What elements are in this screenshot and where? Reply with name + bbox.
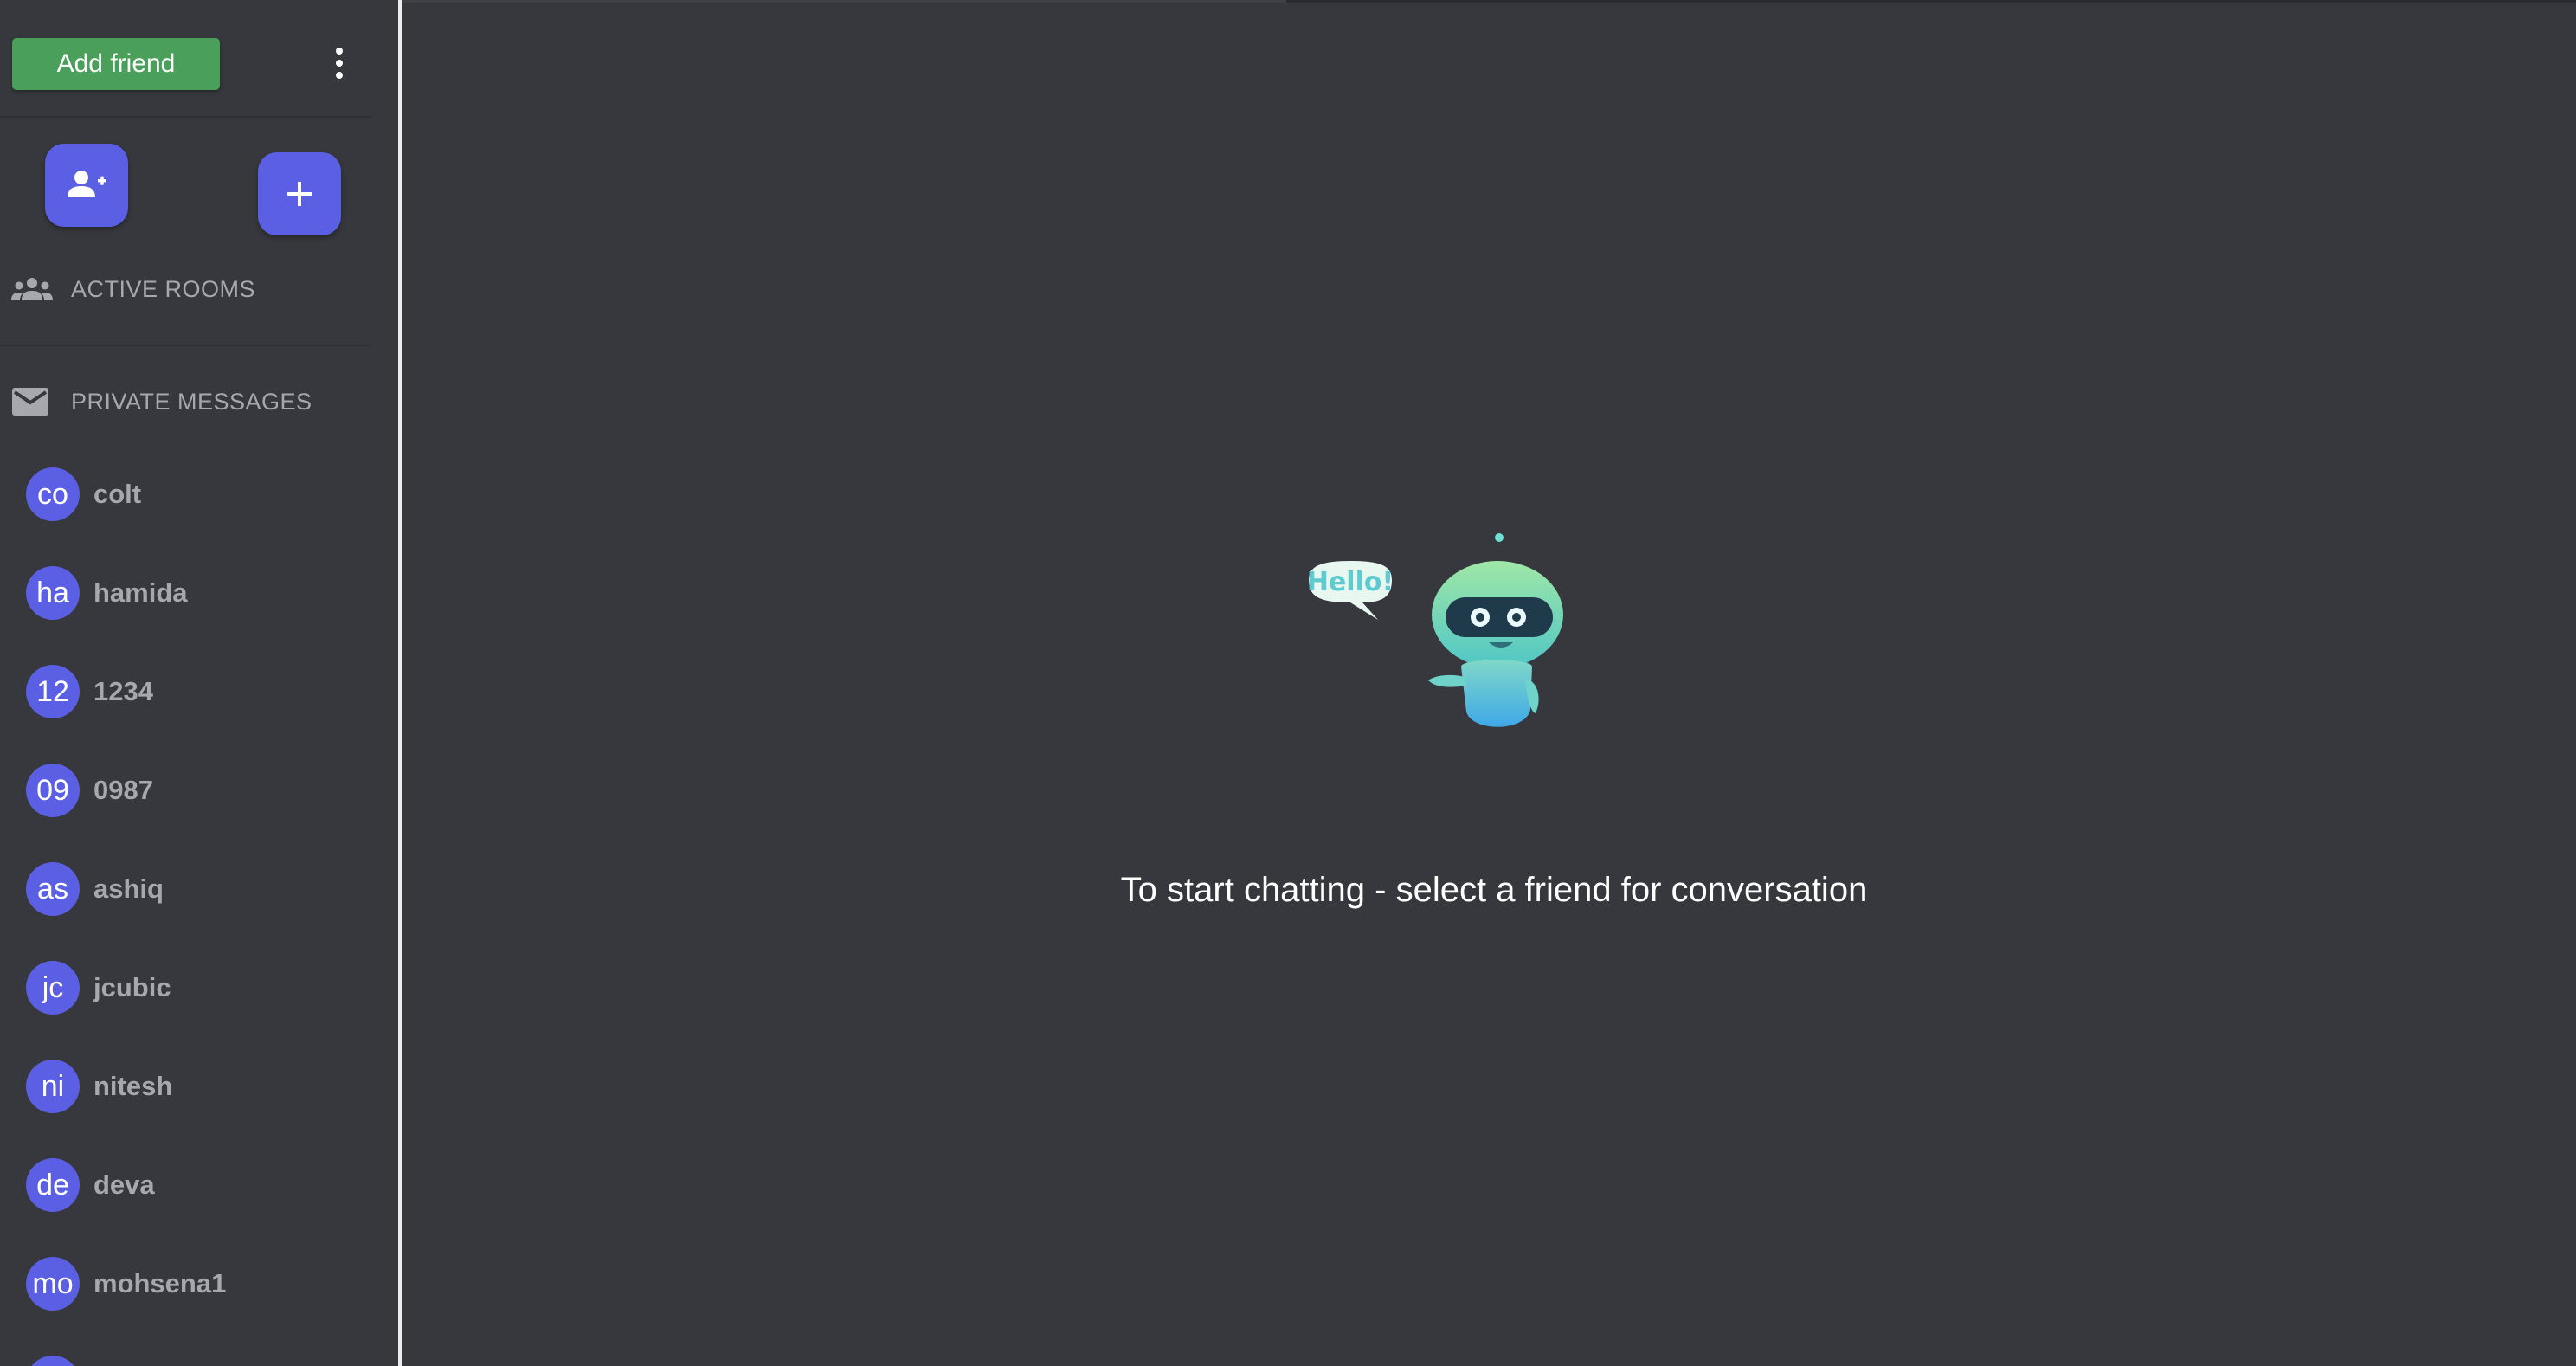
friend-item[interactable]: 12 1234 [26, 664, 153, 719]
empty-state-message: To start chatting - select a friend for … [1120, 871, 1868, 909]
friend-item[interactable]: de deva [26, 1157, 155, 1213]
friend-name: hamida [93, 577, 188, 608]
new-room-button[interactable] [258, 152, 341, 235]
friend-name: ashiq [93, 873, 164, 904]
add-friend-button[interactable]: Add friend [12, 38, 220, 90]
friend-item[interactable]: mo mohsena1 [26, 1256, 226, 1311]
avatar: 09 [26, 764, 80, 817]
add-user-button[interactable] [45, 144, 128, 227]
avatar: de [26, 1158, 80, 1212]
person-add-icon [68, 171, 106, 197]
active-rooms-header[interactable]: ACTIVE ROOMS [10, 270, 255, 308]
plus-icon [287, 182, 312, 206]
private-messages-header[interactable]: PRIVATE MESSAGES [10, 383, 312, 421]
friend-name: deva [93, 1169, 155, 1200]
friend-item[interactable]: ha hamida [26, 565, 188, 621]
avatar: as [26, 862, 80, 916]
friend-item[interactable]: as ashiq [26, 861, 164, 917]
friend-item[interactable]: co colt [26, 467, 141, 522]
sidebar-divider [0, 345, 370, 346]
more-vert-icon[interactable] [320, 42, 358, 85]
friend-name: nitesh [93, 1071, 173, 1101]
top-progress-line [403, 0, 1286, 3]
avatar: ni [26, 1060, 80, 1113]
group-icon [10, 270, 54, 308]
avatar [26, 1356, 80, 1366]
top-border [1286, 0, 2576, 3]
avatar: 12 [26, 665, 80, 718]
friend-item[interactable]: 09 0987 [26, 763, 153, 818]
avatar: co [26, 467, 80, 521]
sidebar-divider [0, 116, 370, 118]
friend-item[interactable]: jc jcubic [26, 960, 171, 1015]
sidebar: Add friend ACTIVE ROOMS PRIVATE MESSAGES… [0, 0, 398, 1366]
mail-icon [10, 383, 54, 421]
avatar: jc [26, 961, 80, 1015]
friend-item[interactable]: ni nitesh [26, 1059, 172, 1114]
friend-name: colt [93, 479, 142, 509]
friend-name: 1234 [93, 676, 153, 706]
friend-name: jcubic [93, 972, 171, 1002]
friend-name: mohsena1 [93, 1268, 227, 1298]
avatar: ha [26, 566, 80, 620]
app-root: Add friend ACTIVE ROOMS PRIVATE MESSAGES… [0, 0, 2576, 1366]
avatar: mo [26, 1257, 80, 1311]
private-messages-label: PRIVATE MESSAGES [71, 388, 312, 415]
friend-item-partial[interactable] [26, 1355, 80, 1366]
hello-text: Hello! [1307, 567, 1394, 597]
hello-robot-illustration: Hello! [1307, 533, 1563, 727]
active-rooms-label: ACTIVE ROOMS [71, 275, 256, 302]
sidebar-border [398, 0, 402, 1366]
friend-name: 0987 [93, 775, 153, 805]
